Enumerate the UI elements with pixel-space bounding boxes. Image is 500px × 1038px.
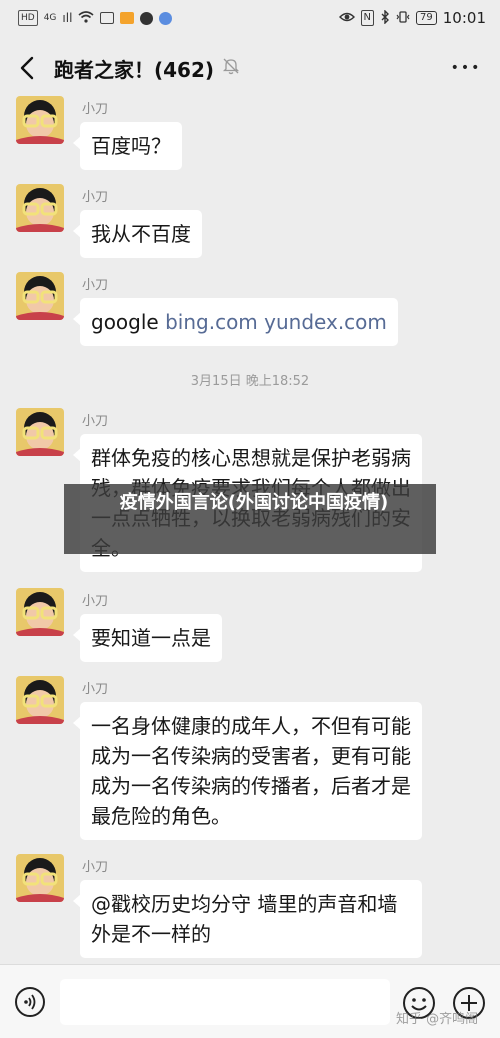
message-bubble[interactable]: @戳校历史均分守 墙里的声音和墙外是不一样的	[73, 880, 422, 958]
sender-avatar[interactable]	[16, 272, 64, 320]
message-text: 一名身体健康的成年人，不但有可能成为一名传染病的受害者，更有可能成为一名传染病的…	[91, 714, 411, 828]
sender-avatar[interactable]	[16, 184, 64, 232]
sender-avatar[interactable]	[16, 676, 64, 724]
timestamp: 3月15日 晚上18:52	[190, 374, 310, 389]
watermark: 知乎 @齐鸣阁	[396, 1012, 479, 1027]
mute-bell-icon	[222, 57, 240, 79]
app-notification-icon-2	[159, 11, 173, 25]
message-bubble[interactable]: 我从不百度	[73, 210, 202, 258]
status-right: N 79 10:01	[338, 8, 486, 27]
voice-input-button[interactable]	[14, 986, 46, 1018]
sender-avatar[interactable]	[16, 854, 64, 902]
location-icon	[140, 11, 154, 25]
more-options-icon: •••	[450, 60, 482, 76]
title-overlay-text: 疫情外国言论(外国讨论中国疫情)	[119, 492, 389, 513]
status-bar: HD 4G ıll N 79 10:01	[0, 0, 500, 36]
sender-name: 小刀	[82, 682, 109, 697]
sender-avatar[interactable]	[16, 588, 64, 636]
sender-name: 小刀	[82, 190, 109, 205]
chat-title: 跑者之家！(462)	[54, 57, 215, 82]
back-button[interactable]	[14, 48, 40, 88]
sender-name: 小刀	[82, 594, 109, 609]
sender-name: 小刀	[82, 102, 109, 117]
battery-indicator: 79	[416, 11, 437, 25]
message-bubble[interactable]: 百度吗？	[73, 122, 182, 170]
message-text: @戳校历史均分守 墙里的声音和墙外是不一样的	[91, 892, 398, 946]
vibrate-icon	[396, 10, 410, 26]
message-text: 要知道一点是	[91, 626, 211, 650]
more-options-button[interactable]: •••	[446, 48, 486, 88]
back-arrow-icon	[20, 56, 34, 80]
nfc-icon: N	[360, 10, 375, 26]
sender-name: 小刀	[82, 860, 109, 875]
status-left: HD 4G ıll	[18, 10, 173, 26]
bluetooth-icon	[380, 8, 390, 27]
sender-name: 小刀	[82, 278, 109, 293]
sender-avatar[interactable]	[16, 408, 64, 456]
sender-name: 小刀	[82, 414, 109, 429]
message-text: 我从不百度	[91, 222, 191, 246]
message-text: google	[91, 310, 166, 334]
eye-icon	[338, 11, 355, 26]
network-type-icon: 4G	[43, 13, 57, 23]
message-bubble[interactable]: 一名身体健康的成年人，不但有可能成为一名传染病的受害者，更有可能成为一名传染病的…	[73, 702, 422, 840]
hd-icon: HD	[18, 10, 38, 26]
message-bubble[interactable]: google bing.com yundex.com	[73, 298, 398, 346]
signal-icon: ıll	[62, 11, 73, 25]
message-notification-icon	[100, 12, 115, 24]
voice-icon	[15, 987, 45, 1017]
wifi-icon	[78, 10, 94, 26]
message-link[interactable]: bing.com yundex.com	[165, 310, 387, 334]
message-bubble[interactable]: 要知道一点是	[73, 614, 222, 662]
sender-avatar[interactable]	[16, 96, 64, 144]
message-text: 百度吗？	[91, 134, 171, 158]
app-notification-icon	[120, 12, 135, 24]
message-input[interactable]	[60, 979, 390, 1025]
status-time: 10:01	[442, 9, 486, 27]
